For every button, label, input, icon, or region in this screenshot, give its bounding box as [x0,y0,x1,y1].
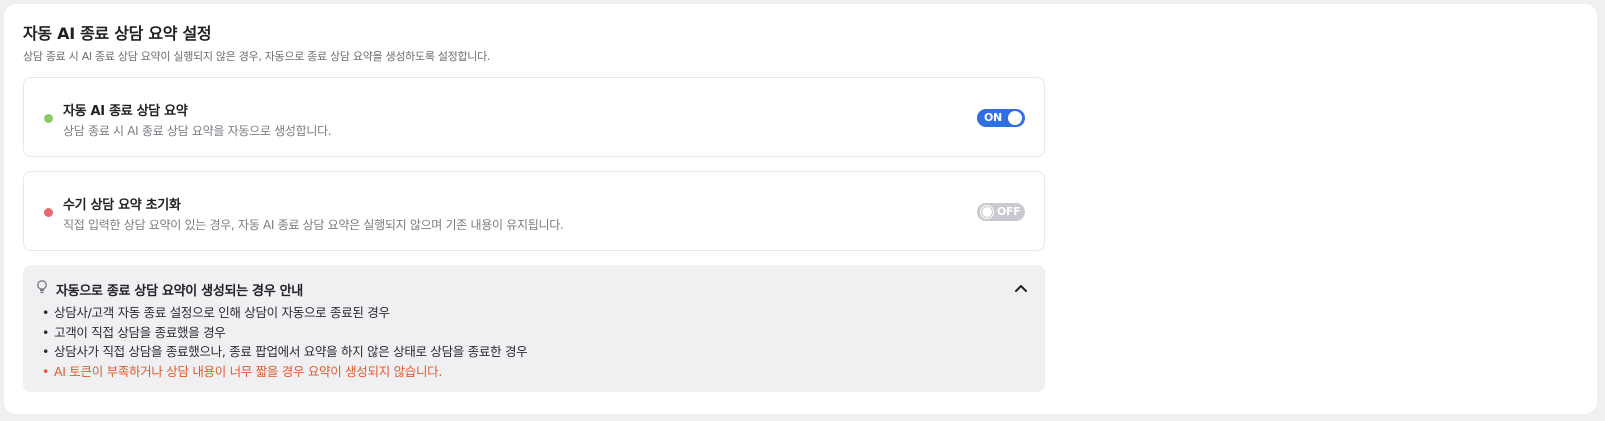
setting-title: 수기 상담 요약 초기화 [63,198,181,213]
setting-card-auto-summary: 자동 AI 종료 상담 요약 상담 종료 시 AI 종료 상담 요약을 자동으로… [23,77,1045,157]
section-title: 자동 AI 종료 상담 요약 설정 [23,24,212,43]
section-description: 상담 종료 시 AI 종료 상담 요약이 실행되지 않은 경우, 자동으로 종료… [23,50,491,63]
toggle-knob [1008,111,1022,125]
lightbulb-icon [37,280,47,294]
setting-card-manual-reset: 수기 상담 요약 초기화 직접 입력한 상담 요약이 있는 경우, 자동 AI … [23,171,1045,251]
setting-description: 직접 입력한 상담 요약이 있는 경우, 자동 AI 종료 상담 요약은 실행되… [63,218,564,232]
info-box: 자동으로 종료 상담 요약이 생성되는 경우 안내 • 상담사/고객 자동 종료 … [23,265,1045,392]
toggle-label: OFF [997,205,1021,218]
info-title: 자동으로 종료 상담 요약이 생성되는 경우 안내 [56,284,303,299]
warning-item: • AI 토큰이 부족하거나 상담 내용이 너무 짧을 경우 요약이 생성되지 않… [42,363,443,379]
status-dot-green [44,114,53,123]
list-item: • 상담사/고객 자동 종료 설정으로 인해 상담이 자동으로 종료된 경우 [42,305,390,320]
settings-panel: 자동 AI 종료 상담 요약 설정 상담 종료 시 AI 종료 상담 요약이 실… [4,4,1597,414]
list-item: • 고객이 직접 상담을 종료했을 경우 [42,324,226,340]
setting-title: 자동 AI 종료 상담 요약 [63,104,188,119]
auto-summary-toggle[interactable]: ON [977,109,1025,127]
manual-reset-toggle[interactable]: OFF [977,203,1025,221]
status-dot-red [44,208,53,217]
chevron-up-icon[interactable] [1014,283,1028,293]
setting-description: 상담 종료 시 AI 종료 상담 요약을 자동으로 생성합니다. [63,124,332,138]
toggle-knob [980,205,994,219]
list-item: • 상담사가 직접 상담을 종료했으나, 종료 팝업에서 요약을 하지 않은 상태… [42,344,528,359]
info-list: • 상담사/고객 자동 종료 설정으로 인해 상담이 자동으로 종료된 경우 • 고… [40,303,528,381]
toggle-label: ON [984,111,1002,124]
